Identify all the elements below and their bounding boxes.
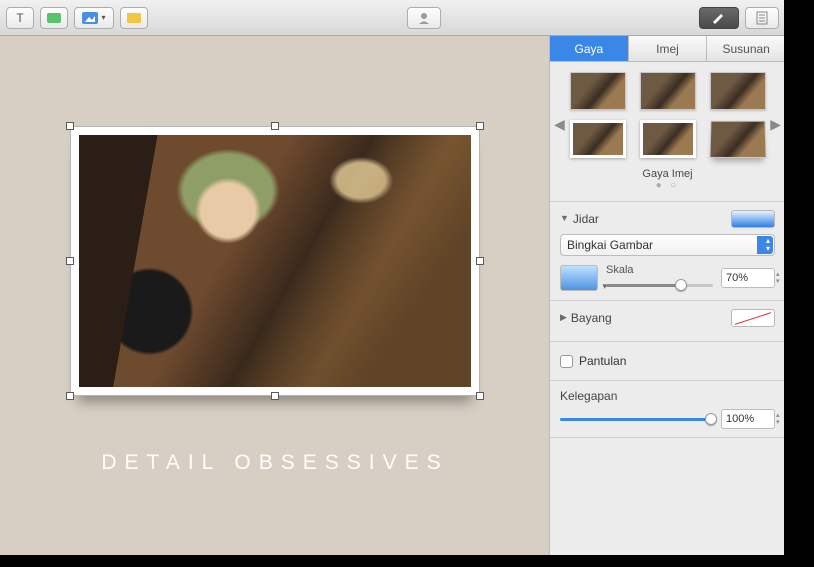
comment-icon [127, 13, 141, 23]
shadow-style-swatch[interactable] [731, 309, 775, 327]
paintbrush-icon [711, 12, 727, 24]
selected-image[interactable] [70, 126, 480, 396]
toolbar: T ▾ [0, 0, 785, 36]
media-icon [82, 12, 98, 24]
chevron-updown-icon: ▴▾ [766, 237, 770, 253]
text-icon: T [16, 11, 23, 25]
caption-text[interactable]: DETAIL OBSESSIVES [70, 451, 480, 475]
scale-label: Skala [606, 264, 713, 276]
scale-slider[interactable] [606, 278, 713, 292]
resize-handle[interactable] [476, 257, 484, 265]
shape-tool-button[interactable] [40, 7, 68, 29]
border-style-swatch[interactable] [731, 210, 775, 228]
resize-handle[interactable] [66, 257, 74, 265]
style-thumb[interactable] [640, 72, 696, 110]
opacity-label: Kelegapan [560, 389, 775, 403]
inspector-tabs: Gaya Imej Susunan [550, 36, 785, 62]
image-content [79, 135, 471, 387]
border-section: ▼ Jidar Bingkai Gambar ▴▾ Skala [550, 201, 785, 300]
border-title: Jidar [573, 212, 599, 226]
shape-icon [47, 13, 61, 23]
disclosure-triangle-icon[interactable]: ▼ [560, 213, 569, 223]
style-thumb[interactable] [640, 120, 696, 158]
shadow-section: ▶ Bayang [550, 300, 785, 341]
media-tool-button[interactable]: ▾ [74, 7, 114, 29]
tab-style[interactable]: Gaya [550, 36, 629, 61]
reflection-label: Pantulan [579, 354, 626, 368]
style-thumb[interactable] [710, 72, 766, 110]
styles-label: Gaya Imej [558, 168, 777, 180]
border-type-select[interactable]: Bingkai Gambar ▴▾ [560, 234, 775, 256]
scale-value-field[interactable]: 70% ▴▾ [721, 268, 775, 288]
document-button[interactable] [745, 7, 779, 29]
chevron-down-icon: ▾ [101, 13, 105, 22]
format-inspector: Gaya Imej Susunan ◀ ▶ Gaya Imej ● ○ [549, 36, 785, 555]
style-thumb[interactable] [570, 120, 626, 158]
shadow-title: Bayang [571, 311, 612, 325]
document-icon [756, 11, 768, 25]
document-canvas[interactable]: DETAIL OBSESSIVES [0, 36, 549, 555]
styles-prev-button[interactable]: ◀ [554, 116, 565, 133]
reflection-section: Pantulan [550, 341, 785, 380]
style-thumb[interactable] [570, 72, 626, 110]
format-button[interactable] [699, 7, 739, 29]
border-select-value: Bingkai Gambar [567, 238, 653, 252]
opacity-slider[interactable] [560, 412, 711, 426]
style-thumb[interactable] [709, 121, 766, 158]
opacity-section: Kelegapan 100% ▴▾ [550, 380, 785, 438]
comment-tool-button[interactable] [120, 7, 148, 29]
image-styles-picker: ◀ ▶ Gaya Imej ● ○ [550, 62, 785, 201]
styles-page-dots[interactable]: ● ○ [558, 180, 777, 191]
resize-handle[interactable] [66, 392, 74, 400]
disclosure-triangle-icon[interactable]: ▶ [560, 312, 567, 323]
collaborate-button[interactable] [407, 7, 441, 29]
person-icon [416, 11, 432, 25]
resize-handle[interactable] [271, 392, 279, 400]
resize-handle[interactable] [66, 122, 74, 130]
tab-arrange[interactable]: Susunan [707, 36, 785, 61]
resize-handle[interactable] [476, 122, 484, 130]
resize-handle[interactable] [476, 392, 484, 400]
frame-preset-button[interactable] [560, 265, 598, 291]
opacity-value-field[interactable]: 100% ▴▾ [721, 409, 775, 429]
tab-image[interactable]: Imej [629, 36, 708, 61]
styles-next-button[interactable]: ▶ [770, 116, 781, 133]
resize-handle[interactable] [271, 122, 279, 130]
text-tool-button[interactable]: T [6, 7, 34, 29]
reflection-checkbox[interactable] [560, 355, 573, 368]
